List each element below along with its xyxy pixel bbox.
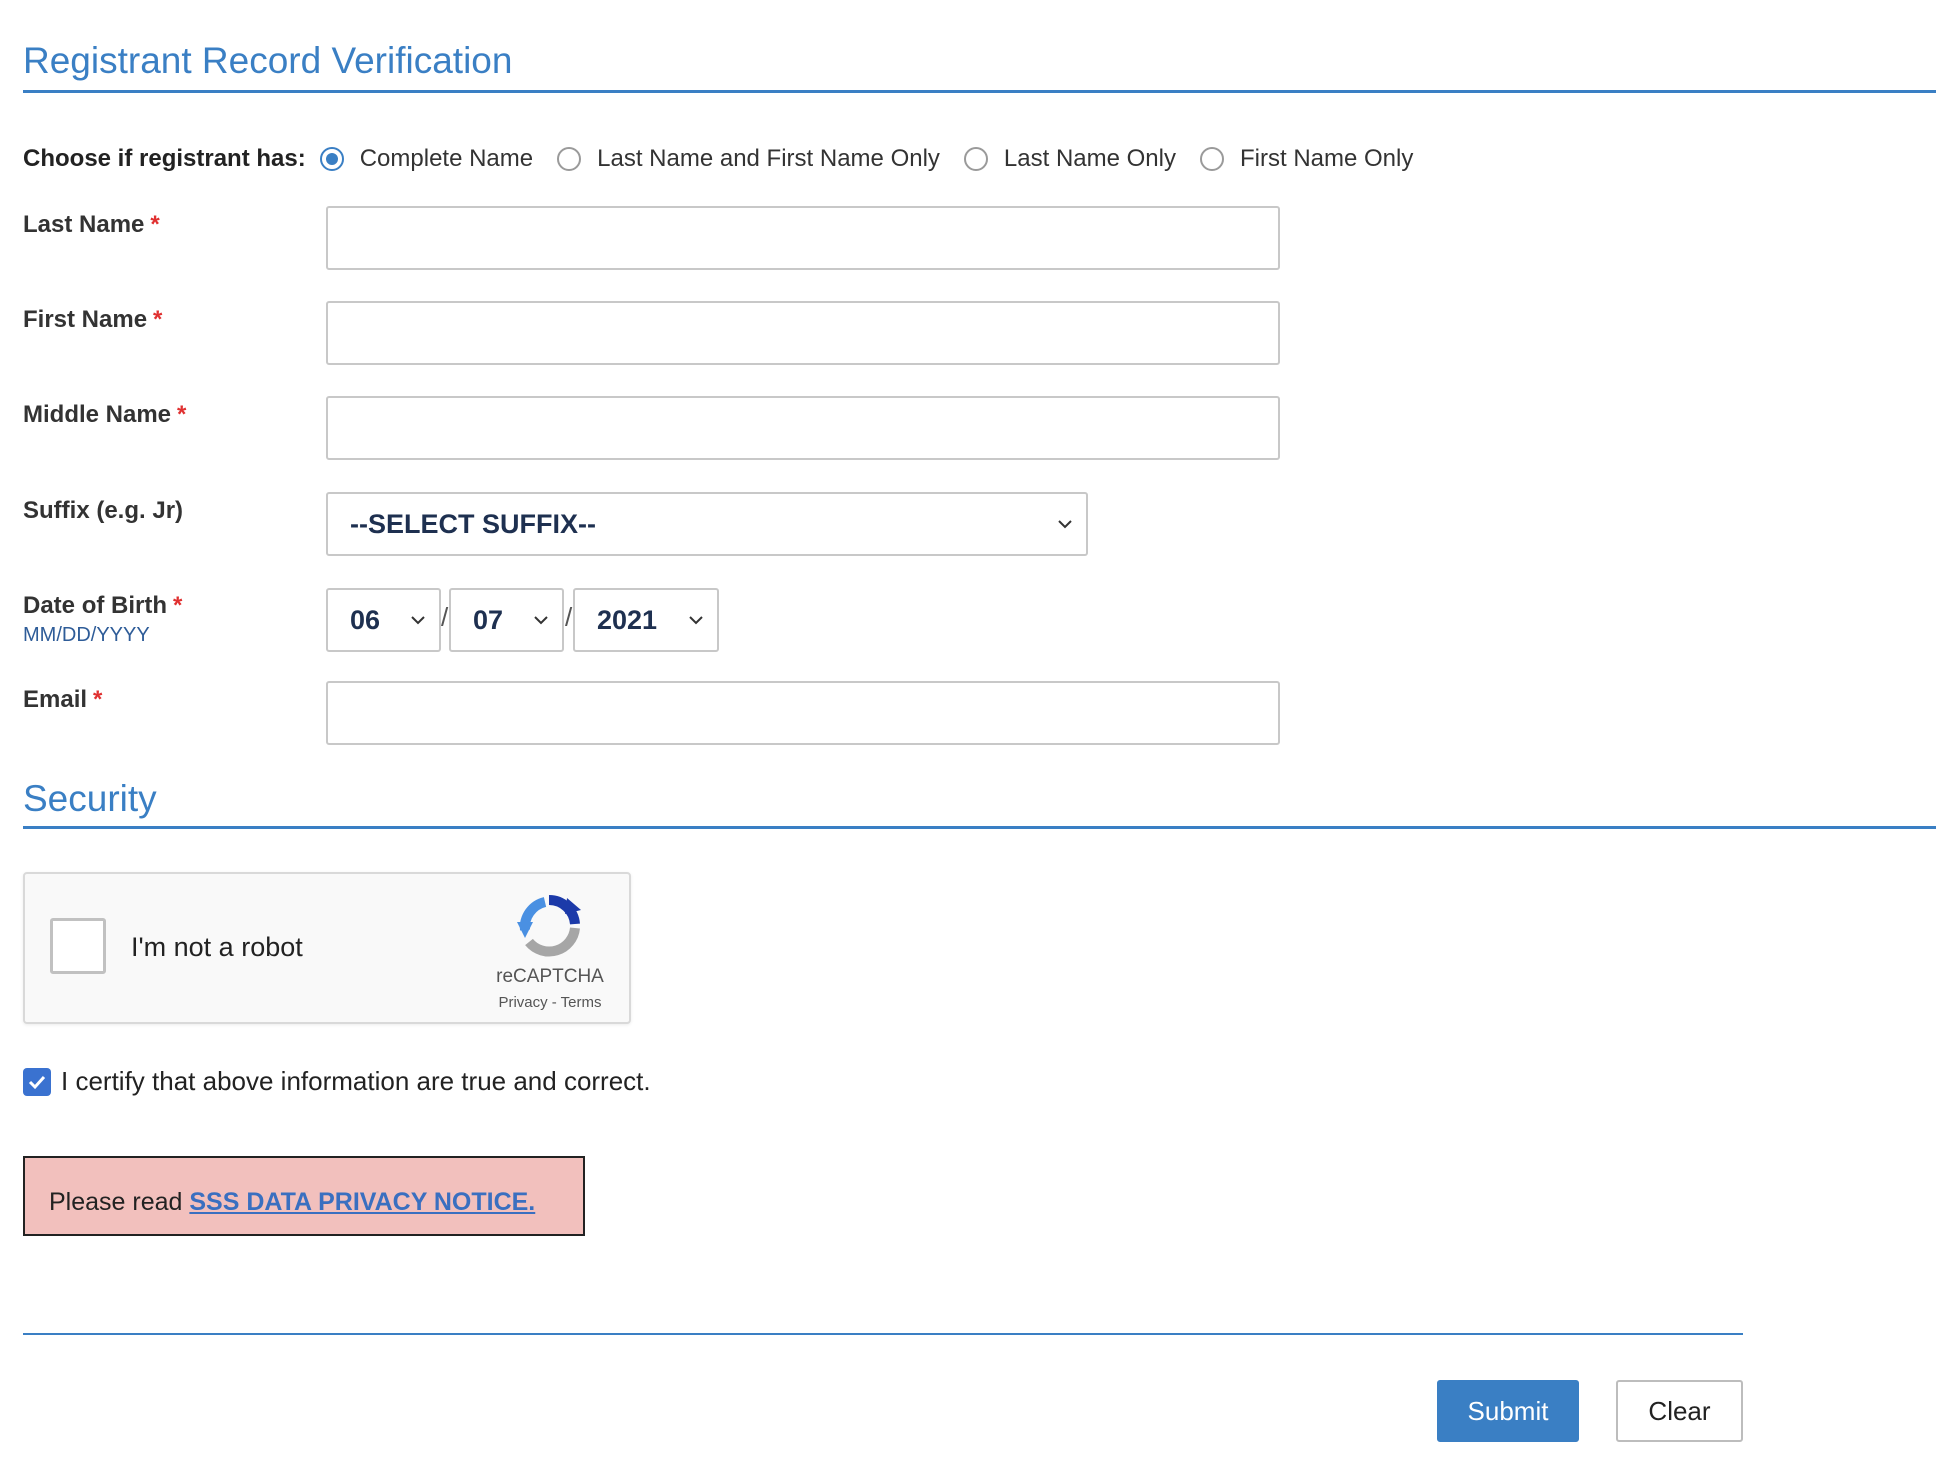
required-marker: * [173,592,183,619]
dob-year-select[interactable]: 2021 [573,588,719,652]
recaptcha-checkbox[interactable] [50,918,106,974]
security-divider [23,826,1936,829]
check-icon [28,1075,46,1089]
middle-name-label-text: Middle Name [23,401,172,428]
dob-year-value: 2021 [597,604,658,635]
radio-last-first-name[interactable]: Last Name and First Name Only [557,145,940,173]
recaptcha-privacy-terms[interactable]: Privacy - Terms [475,994,625,1011]
date-separator: / [441,602,449,632]
certify-checkbox-row[interactable]: I certify that above information are tru… [23,1066,651,1097]
security-title: Security [23,778,157,819]
name-type-label: Choose if registrant has: [23,145,306,172]
radio-last-name-only-circle[interactable] [963,147,988,171]
chevron-down-icon [689,616,703,625]
first-name-label: First Name * [23,306,162,334]
radio-first-name-only[interactable]: First Name Only [1200,145,1413,173]
middle-name-input[interactable] [326,396,1280,460]
dob-format-hint: MM/DD/YYYY [23,624,150,646]
privacy-notice-text: Please read [49,1188,190,1216]
first-name-label-text: First Name [23,306,148,333]
required-marker: * [93,686,103,713]
email-label-text: Email [23,686,88,713]
dob-label-text: Date of Birth [23,592,167,619]
first-name-input[interactable] [326,301,1280,365]
recaptcha-label: I'm not a robot [131,932,303,962]
recaptcha-widget: I'm not a robot reCAPTCHA Privacy - Term… [23,872,631,1024]
header-divider [23,90,1936,93]
radio-last-name-only-label: Last Name Only [1003,145,1176,172]
radio-last-name-only[interactable]: Last Name Only [963,145,1176,173]
recaptcha-logo-icon [517,894,581,957]
date-separator: / [565,602,573,632]
last-name-label: Last Name * [23,211,160,239]
suffix-label: Suffix (e.g. Jr) [23,497,184,524]
privacy-notice-link[interactable]: SSS DATA PRIVACY NOTICE. [189,1188,535,1216]
certify-checkbox[interactable] [23,1067,51,1096]
required-marker: * [177,401,187,428]
last-name-label-text: Last Name [23,211,145,238]
last-name-input[interactable] [326,206,1280,270]
dob-label: Date of Birth * [23,592,182,620]
radio-complete-name-label: Complete Name [359,145,534,172]
radio-last-first-name-label: Last Name and First Name Only [597,145,940,172]
page-title: Registrant Record Verification [23,40,513,81]
required-marker: * [153,306,163,333]
suffix-select[interactable]: --SELECT SUFFIX-- [326,492,1088,556]
footer-divider [23,1333,1743,1335]
suffix-select-value: --SELECT SUFFIX-- [350,508,596,539]
chevron-down-icon [1058,520,1072,529]
submit-button[interactable]: Submit [1437,1380,1579,1442]
middle-name-label: Middle Name * [23,401,186,429]
radio-last-first-name-circle[interactable] [557,147,582,171]
dob-month-select[interactable]: 06 [326,588,441,652]
required-marker: * [150,211,160,238]
dob-month-value: 06 [350,604,381,635]
radio-first-name-only-circle[interactable] [1200,147,1224,171]
dob-day-value: 07 [473,604,504,635]
chevron-down-icon [411,616,425,625]
certify-label: I certify that above information are tru… [61,1066,651,1096]
radio-complete-name[interactable]: Complete Name [319,145,534,173]
privacy-notice-box: Please read SSS DATA PRIVACY NOTICE. [23,1156,585,1236]
radio-complete-name-circle[interactable] [319,147,344,171]
email-label: Email * [23,686,102,714]
chevron-down-icon [534,616,548,625]
email-input[interactable] [326,681,1280,745]
clear-button[interactable]: Clear [1616,1380,1743,1442]
name-type-selector: Choose if registrant has: Complete Name … [23,143,1437,175]
recaptcha-brand: reCAPTCHA [496,966,604,987]
radio-first-name-only-label: First Name Only [1240,145,1414,172]
dob-day-select[interactable]: 07 [449,588,564,652]
